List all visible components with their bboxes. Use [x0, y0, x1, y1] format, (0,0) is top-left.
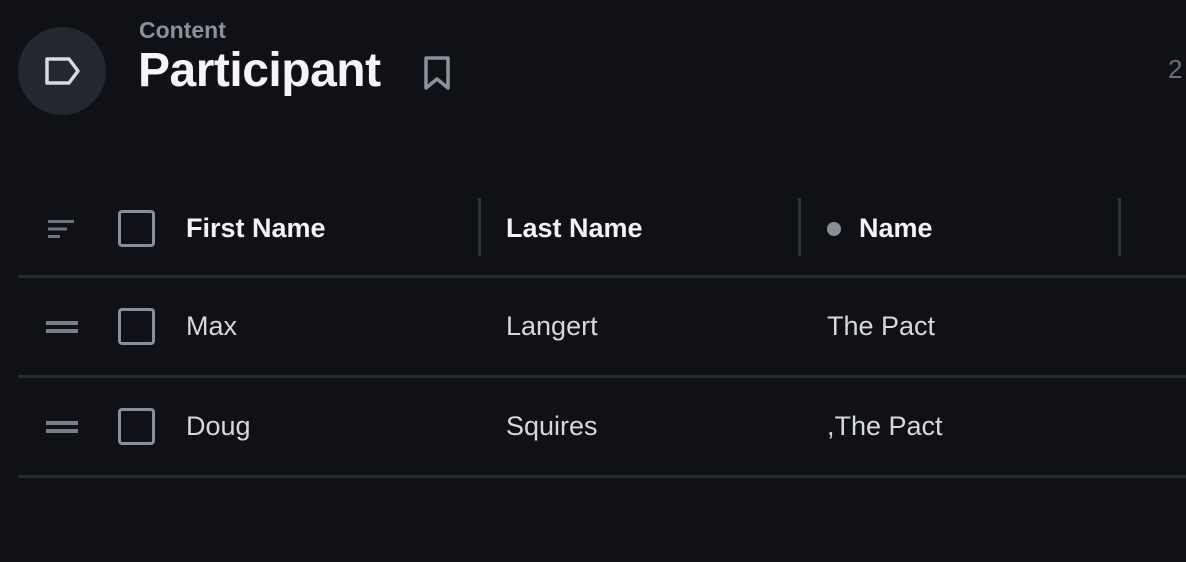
- cell-first-name[interactable]: Doug: [186, 378, 251, 475]
- page-header: Content Participant 2: [0, 0, 1186, 140]
- column-header-last-name[interactable]: Last Name: [506, 182, 643, 275]
- column-resize-handle[interactable]: [1118, 198, 1121, 256]
- collection-type-badge: [18, 27, 106, 115]
- column-header-label: First Name: [186, 213, 326, 243]
- sort-button[interactable]: [46, 182, 86, 275]
- tag-icon: [45, 57, 80, 85]
- drag-handle[interactable]: [46, 378, 86, 475]
- field-indicator-dot: [827, 221, 841, 236]
- row-checkbox[interactable]: [118, 308, 155, 345]
- column-header-label: Last Name: [506, 213, 643, 243]
- breadcrumb[interactable]: Content: [139, 17, 226, 44]
- column-header-name[interactable]: Name: [827, 182, 933, 275]
- column-resize-handle[interactable]: [798, 198, 801, 256]
- select-all-checkbox[interactable]: [118, 210, 155, 247]
- drag-handle-icon: [46, 320, 78, 333]
- data-table: First Name Last Name Name Max Langert Th…: [18, 182, 1186, 478]
- column-header-first-name[interactable]: First Name: [186, 182, 326, 275]
- column-resize-handle[interactable]: [478, 198, 481, 256]
- cell-first-name[interactable]: Max: [186, 278, 237, 375]
- drag-handle[interactable]: [46, 278, 86, 375]
- column-header-label: Name: [859, 213, 933, 243]
- cell-name[interactable]: ,The Pact: [827, 378, 943, 475]
- bookmark-icon: [424, 56, 450, 90]
- item-count: 2: [1168, 54, 1183, 84]
- row-checkbox[interactable]: [118, 408, 155, 445]
- select-all-cell: [118, 182, 158, 275]
- table-row[interactable]: Max Langert The Pact: [18, 278, 1186, 378]
- cell-last-name[interactable]: Squires: [506, 378, 598, 475]
- page-title: Participant: [138, 44, 381, 97]
- table-header-row: First Name Last Name Name: [18, 182, 1186, 278]
- sort-icon: [48, 219, 74, 238]
- cell-name[interactable]: The Pact: [827, 278, 935, 375]
- cell-last-name[interactable]: Langert: [506, 278, 598, 375]
- table-row[interactable]: Doug Squires ,The Pact: [18, 378, 1186, 478]
- row-select-cell: [118, 278, 158, 375]
- row-select-cell: [118, 378, 158, 475]
- bookmark-button[interactable]: [420, 54, 454, 92]
- drag-handle-icon: [46, 420, 78, 433]
